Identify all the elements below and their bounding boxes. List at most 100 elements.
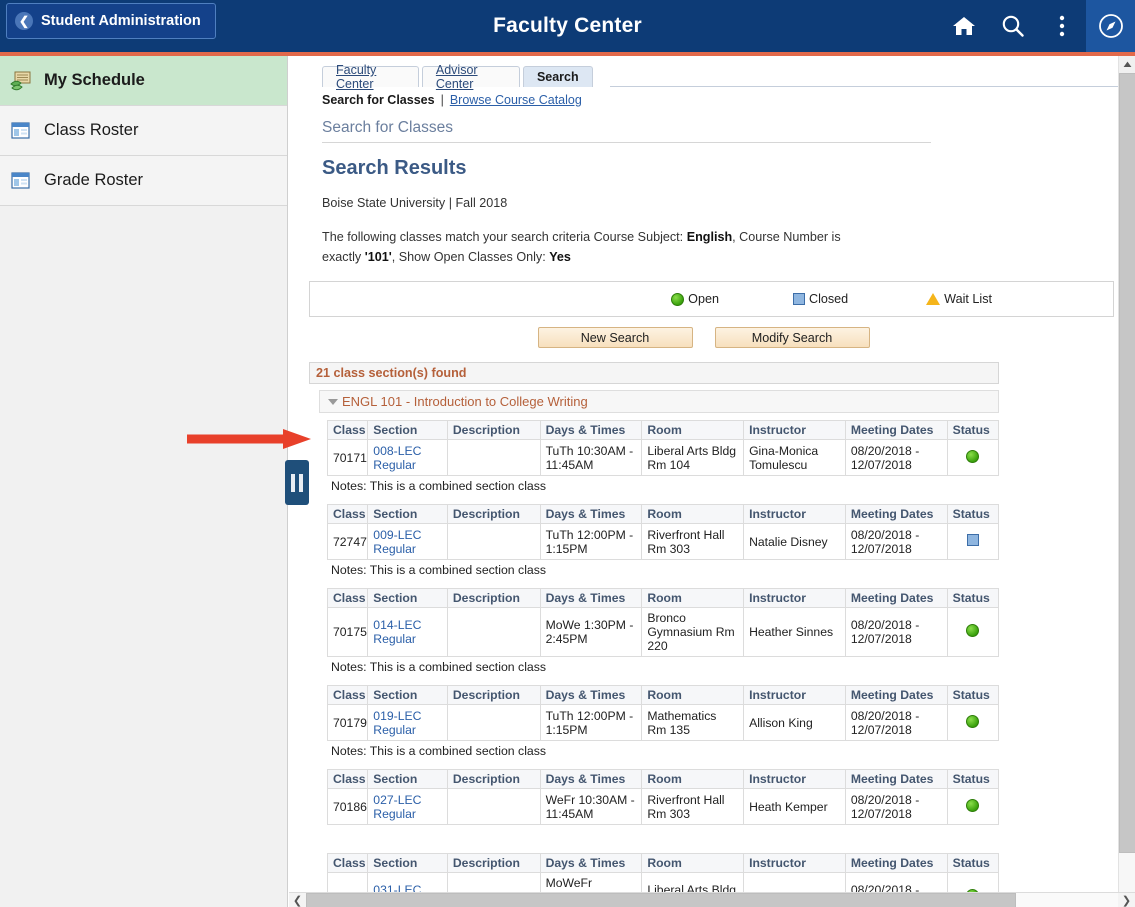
column-header: Section [367,420,448,441]
tab-search[interactable]: Search [522,66,593,87]
table-header-row: Class Section Description Days & Times Room I… [326,504,1000,525]
tab-advisor-center[interactable]: Advisor Center [421,63,520,91]
sidebar-item-my-schedule[interactable]: My Schedule [0,56,287,106]
column-header: Days & Times [539,769,643,790]
column-header: Days & Times [539,504,643,525]
section-link[interactable]: 027-LEC [373,793,421,807]
section-link[interactable]: 009-LEC [373,528,421,542]
section-type-link[interactable]: Regular [373,632,416,646]
class-section-table: Class Section Description Days & Times Room I… [326,853,1000,892]
status-cell [946,607,1000,658]
faculty-center-page: ❮ Student Administration Faculty Center [0,0,1135,907]
scroll-left-icon[interactable]: ❮ [289,893,306,907]
table-header-row: Class Section Description Days & Times Room I… [326,853,1000,874]
table-header-row: Class Section Description Days & Times Room I… [326,588,1000,609]
legend-open-label: Open [688,292,719,307]
column-header: Section [367,853,448,874]
section-link[interactable]: 019-LEC [373,709,421,723]
subnav-separator: | [440,93,444,107]
description-cell [446,439,541,477]
column-header: Instructor [743,769,846,790]
column-header: Status [946,420,1000,441]
description-cell [446,523,541,561]
column-header: Room [641,769,745,790]
kebab-menu-icon[interactable] [1037,0,1086,52]
section-type-link[interactable]: Regular [373,723,416,737]
meeting-dates-cell: 08/20/2018 - 12/07/2018 [844,704,948,742]
table-header-row: Class Section Description Days & Times Room I… [326,769,1000,790]
subnav-link-browse-course-catalog[interactable]: Browse Course Catalog [450,93,582,107]
meeting-dates-cell: 08/20/2018 - 12/07/2018 [844,523,948,561]
search-icon[interactable] [988,0,1037,52]
class-number-cell: 70179 [326,704,369,742]
scroll-right-icon[interactable]: ❯ [1118,893,1135,907]
sidebar-item-label: Class Roster [44,121,139,139]
sections-found-count: 21 class section(s) found [309,362,999,385]
section-type-link[interactable]: Regular [373,807,416,821]
horizontal-scrollbar-thumb[interactable] [306,892,1016,907]
section-type-link[interactable]: Regular [373,458,416,472]
meeting-dates-cell: 08/20/2018 - 12/07/2018 [844,788,948,826]
vertical-scrollbar-thumb[interactable] [1119,73,1135,853]
column-header: Instructor [743,504,846,525]
horizontal-scrollbar-track[interactable] [306,892,1118,907]
blue-square-icon [792,293,805,306]
criteria-number: '101' [364,249,392,264]
section-notes: Notes: This is a combined section class [331,744,547,759]
search-criteria-text: The following classes match your search … [322,228,862,267]
meeting-dates-cell: 08/20/2018 - 12/07/2018 [844,607,948,658]
room-cell: Riverfront Hall Rm 303 [641,523,745,561]
column-header: Days & Times [539,420,643,441]
column-header: Description [446,769,541,790]
green-circle-icon [966,798,980,812]
column-header: Instructor [743,588,846,609]
status-legend: Open Closed Wait List [309,281,1114,318]
modify-search-button[interactable]: Modify Search [714,327,870,349]
instructor-cell: Heath Kemper [743,788,846,826]
section-link[interactable]: 031-LEC [373,883,421,892]
sidebar: My Schedule Class Roster Grade Roster [0,56,288,907]
new-search-button[interactable]: New Search [537,327,693,349]
schedule-icon [10,71,32,91]
sidebar-item-grade-roster[interactable]: Grade Roster [0,156,287,206]
criteria-open-only: Yes [549,249,571,264]
section-type-link[interactable]: Regular [373,542,416,556]
course-group-header[interactable]: ENGL 101 - Introduction to College Writi… [319,390,999,414]
sidebar-collapse-handle[interactable] [285,460,309,505]
tab-underline [609,86,1118,87]
navigator-compass-icon[interactable] [1086,0,1135,52]
instructor-cell: Natalie Disney [743,523,846,561]
institution-term-line: Boise State University | Fall 2018 [322,196,508,210]
column-header: Meeting Dates [844,769,948,790]
days-times-cell: TuTh 12:00PM - 1:15PM [539,523,643,561]
section-link[interactable]: 008-LEC [373,444,421,458]
green-circle-icon [671,292,685,306]
horizontal-scrollbar[interactable]: ❮ ❯ [289,892,1135,907]
class-number-cell: 70171 [326,439,369,477]
column-header: Instructor [743,853,846,874]
class-section-block: Class Section Description Days & Times Room I… [326,853,1000,892]
column-header: Days & Times [539,685,643,706]
chevron-down-icon [328,398,338,405]
vertical-scrollbar[interactable] [1118,56,1135,892]
sidebar-item-label: My Schedule [44,71,145,89]
tab-bar: Faculty Center Advisor Center Search [322,63,1118,91]
status-cell [946,523,1000,561]
criteria-suffix: , Show Open Classes Only: [391,249,546,264]
column-header: Description [446,504,541,525]
column-header: Description [446,588,541,609]
tab-faculty-center[interactable]: Faculty Center [322,63,419,91]
home-icon[interactable] [939,0,988,52]
back-to-student-administration-button[interactable]: ❮ Student Administration [6,3,216,39]
blue-square-icon [966,534,979,547]
table-row: 71916031-LECRegular MoWeFr 9:00AM - 9:50A… [326,872,1000,892]
section-link[interactable]: 014-LEC [373,618,421,632]
sidebar-item-class-roster[interactable]: Class Roster [0,106,287,156]
days-times-cell: WeFr 10:30AM - 11:45AM [539,788,643,826]
column-header: Class [326,504,369,525]
table-row: 70186 027-LEC Regular WeFr 10:30AM - 11:45A… [326,788,1000,826]
subnav-current-search-for-classes[interactable]: Search for Classes [322,93,435,107]
scroll-up-icon[interactable] [1119,56,1135,73]
table-row: 72747 009-LEC Regular TuTh 12:00PM - 1:15PM… [326,523,1000,561]
column-header: Status [946,853,1000,874]
